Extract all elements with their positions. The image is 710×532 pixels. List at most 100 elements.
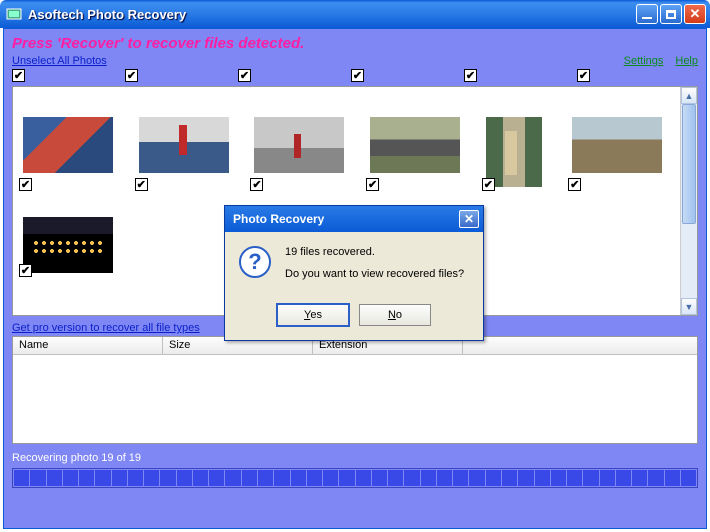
- thumbnail-item[interactable]: ✔: [572, 117, 670, 187]
- progress-segment: [600, 470, 615, 486]
- progress-segment: [404, 470, 419, 486]
- progress-segment: [616, 470, 631, 486]
- recovery-dialog: Photo Recovery ✕ ? 19 files recovered. D…: [224, 205, 484, 341]
- thumbnail-image: [254, 117, 344, 173]
- progress-segment: [225, 470, 240, 486]
- progress-segment: [95, 470, 110, 486]
- progress-segment: [30, 470, 45, 486]
- scroll-down-button[interactable]: ▼: [681, 298, 697, 315]
- progress-segment: [209, 470, 224, 486]
- progress-segment: [112, 470, 127, 486]
- progress-segment: [79, 470, 94, 486]
- no-button[interactable]: No: [359, 304, 431, 326]
- help-link[interactable]: Help: [675, 55, 698, 67]
- progress-segment: [242, 470, 257, 486]
- yes-button[interactable]: Yes: [277, 304, 349, 326]
- pro-version-link[interactable]: Get pro version to recover all file type…: [12, 322, 200, 334]
- file-table: Name Size Extension: [12, 336, 698, 444]
- scrollbar[interactable]: ▲ ▼: [680, 87, 697, 315]
- progress-segment: [63, 470, 78, 486]
- photo-checkbox[interactable]: ✔: [250, 178, 263, 191]
- progress-segment: [583, 470, 598, 486]
- question-icon: ?: [239, 246, 271, 278]
- yes-label: es: [310, 309, 322, 321]
- thumbnail-item[interactable]: ✔: [23, 117, 121, 187]
- progress-segment: [193, 470, 208, 486]
- progress-segment: [144, 470, 159, 486]
- col-spacer: [463, 337, 697, 354]
- progress-segment: [648, 470, 663, 486]
- progress-bar: [12, 468, 698, 488]
- photo-checkbox[interactable]: ✔: [568, 178, 581, 191]
- unselect-all-link[interactable]: Unselect All Photos: [12, 55, 107, 67]
- photo-checkbox[interactable]: ✔: [351, 69, 364, 82]
- progress-segment: [177, 470, 192, 486]
- photo-checkbox[interactable]: ✔: [577, 69, 590, 82]
- titlebar: Asoftech Photo Recovery ✕: [0, 0, 710, 28]
- progress-segment: [567, 470, 582, 486]
- progress-segment: [469, 470, 484, 486]
- dialog-title: Photo Recovery: [233, 212, 324, 226]
- scroll-thumb[interactable]: [682, 104, 696, 224]
- progress-segment: [14, 470, 29, 486]
- progress-segment: [128, 470, 143, 486]
- photo-checkbox[interactable]: ✔: [135, 178, 148, 191]
- photo-checkbox[interactable]: ✔: [366, 178, 379, 191]
- table-body: [13, 355, 697, 443]
- progress-segment: [681, 470, 696, 486]
- progress-segment: [307, 470, 322, 486]
- photo-checkbox[interactable]: ✔: [238, 69, 251, 82]
- progress-segment: [437, 470, 452, 486]
- progress-segment: [551, 470, 566, 486]
- photo-checkbox[interactable]: ✔: [19, 178, 32, 191]
- progress-segment: [258, 470, 273, 486]
- close-button[interactable]: ✕: [684, 4, 706, 24]
- progress-segment: [535, 470, 550, 486]
- link-bar: Unselect All Photos Settings Help: [4, 52, 706, 69]
- settings-link[interactable]: Settings: [624, 55, 664, 67]
- photo-checkbox[interactable]: ✔: [12, 69, 25, 82]
- thumbnail-item[interactable]: ✔: [139, 117, 237, 187]
- progress-segment: [47, 470, 62, 486]
- progress-segment: [274, 470, 289, 486]
- progress-segment: [339, 470, 354, 486]
- thumbnail-image: [572, 117, 662, 173]
- progress-segment: [323, 470, 338, 486]
- progress-segment: [453, 470, 468, 486]
- top-check-row: ✔ ✔ ✔ ✔ ✔ ✔: [4, 69, 706, 82]
- scroll-up-button[interactable]: ▲: [681, 87, 697, 104]
- photo-checkbox[interactable]: ✔: [464, 69, 477, 82]
- col-name[interactable]: Name: [13, 337, 163, 354]
- maximize-button[interactable]: [660, 4, 682, 24]
- scroll-track[interactable]: [681, 104, 697, 298]
- thumbnail-item[interactable]: ✔: [23, 217, 123, 273]
- photo-checkbox[interactable]: ✔: [482, 178, 495, 191]
- progress-segment: [388, 470, 403, 486]
- progress-segment: [291, 470, 306, 486]
- progress-segment: [632, 470, 647, 486]
- progress-segment: [518, 470, 533, 486]
- progress-segment: [502, 470, 517, 486]
- minimize-button[interactable]: [636, 4, 658, 24]
- thumbnail-image: [486, 117, 542, 187]
- photo-checkbox[interactable]: ✔: [125, 69, 138, 82]
- dialog-line1: 19 files recovered.: [285, 246, 464, 258]
- thumbnail-image: [370, 117, 460, 173]
- window-title: Asoftech Photo Recovery: [28, 7, 636, 22]
- thumbnail-image: [139, 117, 229, 173]
- dialog-line2: Do you want to view recovered files?: [285, 268, 464, 280]
- thumbnail-item[interactable]: ✔: [370, 117, 468, 187]
- instruction-text: Press 'Recover' to recover files detecte…: [4, 29, 706, 52]
- thumbnail-item[interactable]: ✔: [254, 117, 352, 187]
- progress-segment: [372, 470, 387, 486]
- thumbnail-image: [23, 217, 113, 273]
- progress-segment: [486, 470, 501, 486]
- no-label: o: [396, 309, 402, 321]
- thumbnail-image: [23, 117, 113, 173]
- dialog-close-button[interactable]: ✕: [459, 210, 479, 228]
- progress-segment: [421, 470, 436, 486]
- progress-segment: [160, 470, 175, 486]
- thumbnail-item[interactable]: ✔: [486, 117, 554, 187]
- photo-checkbox[interactable]: ✔: [19, 264, 32, 277]
- progress-segment: [665, 470, 680, 486]
